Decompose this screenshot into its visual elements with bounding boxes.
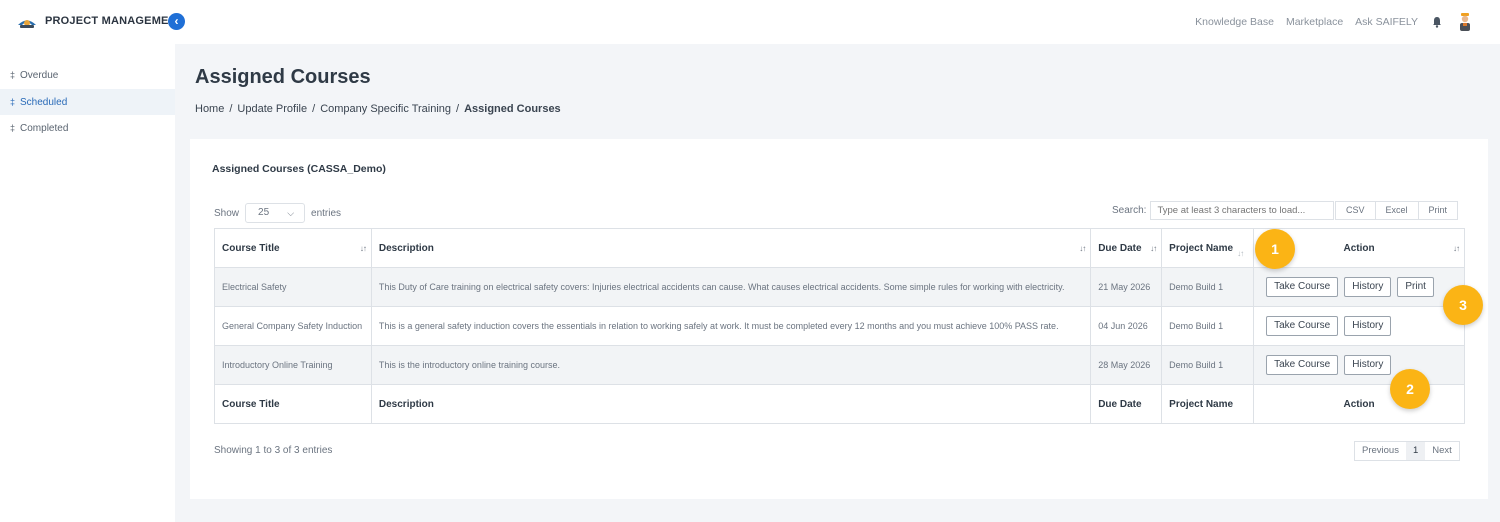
- bell-icon[interactable]: [1432, 16, 1442, 28]
- entries-select[interactable]: 25 ⌵: [245, 203, 306, 223]
- pin-icon: ‡: [10, 97, 16, 107]
- top-nav: Knowledge Base Marketplace Ask SAIFELY: [1183, 0, 1500, 44]
- sidebar-item-label: Scheduled: [20, 97, 68, 108]
- footer-description: Description: [370, 384, 1092, 424]
- col-header-project-name[interactable]: Project Name ↓↑: [1161, 228, 1255, 268]
- table-row: General Company Safety Induction This is…: [214, 306, 1465, 346]
- nav-ask-saifely[interactable]: Ask SAIFELY: [1355, 16, 1418, 28]
- excel-button[interactable]: Excel: [1374, 201, 1419, 220]
- csv-button[interactable]: CSV: [1335, 201, 1376, 220]
- print-button[interactable]: Print: [1397, 277, 1434, 297]
- marker-1: 1: [1255, 229, 1295, 269]
- sort-icon: ↓↑: [359, 244, 367, 253]
- sort-icon: ↓↑: [1079, 244, 1086, 253]
- history-button[interactable]: History: [1344, 355, 1392, 375]
- entries-value: 25: [258, 207, 270, 218]
- pagination-next[interactable]: Next: [1425, 442, 1459, 460]
- sidebar-item-scheduled[interactable]: ‡ Scheduled: [0, 89, 175, 115]
- col-header-due-date[interactable]: Due Date ↓↑: [1090, 228, 1163, 268]
- footer-due-date: Due Date: [1090, 384, 1163, 424]
- marker-3: 3: [1443, 285, 1483, 325]
- sidebar-item-completed[interactable]: ‡ Completed: [0, 115, 175, 141]
- cell-course-title: General Company Safety Induction: [214, 306, 372, 346]
- cell-course-title: Introductory Online Training: [214, 345, 372, 385]
- cell-project-name: Demo Build 1: [1161, 267, 1255, 307]
- pagination-previous[interactable]: Previous: [1355, 442, 1406, 460]
- page-title: Assigned Courses: [195, 66, 371, 88]
- table-row: Introductory Online Training This is the…: [214, 345, 1465, 385]
- breadcrumb-update-profile[interactable]: Update Profile: [237, 103, 307, 115]
- pagination-page-1[interactable]: 1: [1405, 442, 1426, 460]
- table-row: Electrical Safety This Duty of Care trai…: [214, 267, 1465, 307]
- take-course-button[interactable]: Take Course: [1266, 277, 1339, 297]
- entries-label: entries: [311, 207, 342, 219]
- collapse-sidebar-button[interactable]: ‹: [168, 13, 185, 30]
- brand-title: PROJECT MANAGEMENT: [45, 15, 184, 27]
- history-button[interactable]: History: [1344, 277, 1392, 297]
- take-course-button[interactable]: Take Course: [1266, 316, 1339, 336]
- print-export-button[interactable]: Print: [1417, 201, 1459, 220]
- cell-due-date: 21 May 2026: [1090, 267, 1163, 307]
- search-label: Search:: [1112, 205, 1147, 216]
- cell-description: This is a general safety induction cover…: [370, 306, 1092, 346]
- breadcrumb: Home / Update Profile / Company Specific Tra…: [195, 103, 561, 115]
- search-input[interactable]: [1150, 201, 1335, 220]
- sidebar-item-label: Overdue: [20, 70, 59, 81]
- cell-action: Take Course History: [1253, 345, 1465, 385]
- sort-icon: ↓↑: [1453, 244, 1460, 253]
- cell-project-name: Demo Build 1: [1161, 306, 1255, 346]
- sidebar-item-label: Completed: [20, 123, 69, 134]
- nav-marketplace[interactable]: Marketplace: [1286, 16, 1343, 28]
- footer-course-title: Course Title: [214, 384, 372, 424]
- nav-knowledge-base[interactable]: Knowledge Base: [1195, 16, 1274, 28]
- col-header-description[interactable]: Description ↓↑: [370, 228, 1092, 268]
- cell-description: This is the introductory online training…: [370, 345, 1092, 385]
- table-footer-row: Course Title Description Due Date Projec…: [214, 384, 1465, 424]
- show-label: Show: [214, 207, 240, 219]
- search: Search:: [1112, 201, 1335, 220]
- cell-due-date: 04 Jun 2026: [1090, 306, 1163, 346]
- top-bar: PROJECT MANAGEMENT ‹ Knowledge Base Mark…: [0, 0, 1500, 44]
- logo-icon[interactable]: [16, 14, 38, 30]
- col-header-course-title[interactable]: Course Title ↓↑: [214, 228, 372, 268]
- chevron-down-icon: ⌵: [287, 208, 295, 218]
- take-course-button[interactable]: Take Course: [1266, 355, 1339, 375]
- card-title: Assigned Courses (CASSA_Demo): [212, 163, 386, 175]
- pin-icon: ‡: [10, 123, 16, 133]
- export-buttons: CSV Excel Print: [1335, 201, 1459, 220]
- breadcrumb-home[interactable]: Home: [195, 103, 224, 115]
- history-button[interactable]: History: [1344, 316, 1392, 336]
- courses-card: Assigned Courses (CASSA_Demo) Show 25 ⌵ …: [190, 139, 1488, 499]
- avatar[interactable]: [1458, 12, 1472, 32]
- sort-icon: ↓↑: [1150, 244, 1157, 253]
- marker-2: 2: [1390, 369, 1430, 409]
- sidebar: ‡ Overdue ‡ Scheduled ‡ Completed: [0, 44, 175, 522]
- cell-description: This Duty of Care training on electrical…: [370, 267, 1092, 307]
- cell-action: Take Course History: [1253, 306, 1465, 346]
- footer-action: Action: [1253, 384, 1465, 424]
- sort-icon: ↓↑: [1237, 249, 1244, 258]
- show-entries: Show 25 ⌵ entries: [214, 203, 341, 223]
- pagination: Previous 1 Next: [1354, 441, 1460, 461]
- breadcrumb-company-training[interactable]: Company Specific Training: [320, 103, 451, 115]
- table-info: Showing 1 to 3 of 3 entries: [214, 445, 333, 456]
- cell-action: Take Course History Print: [1253, 267, 1465, 307]
- cell-due-date: 28 May 2026: [1090, 345, 1163, 385]
- sidebar-item-overdue[interactable]: ‡ Overdue: [0, 62, 175, 88]
- cell-project-name: Demo Build 1: [1161, 345, 1255, 385]
- footer-project-name: Project Name: [1161, 384, 1255, 424]
- cell-course-title: Electrical Safety: [214, 267, 372, 307]
- breadcrumb-current: Assigned Courses: [464, 103, 561, 115]
- pin-icon: ‡: [10, 70, 16, 80]
